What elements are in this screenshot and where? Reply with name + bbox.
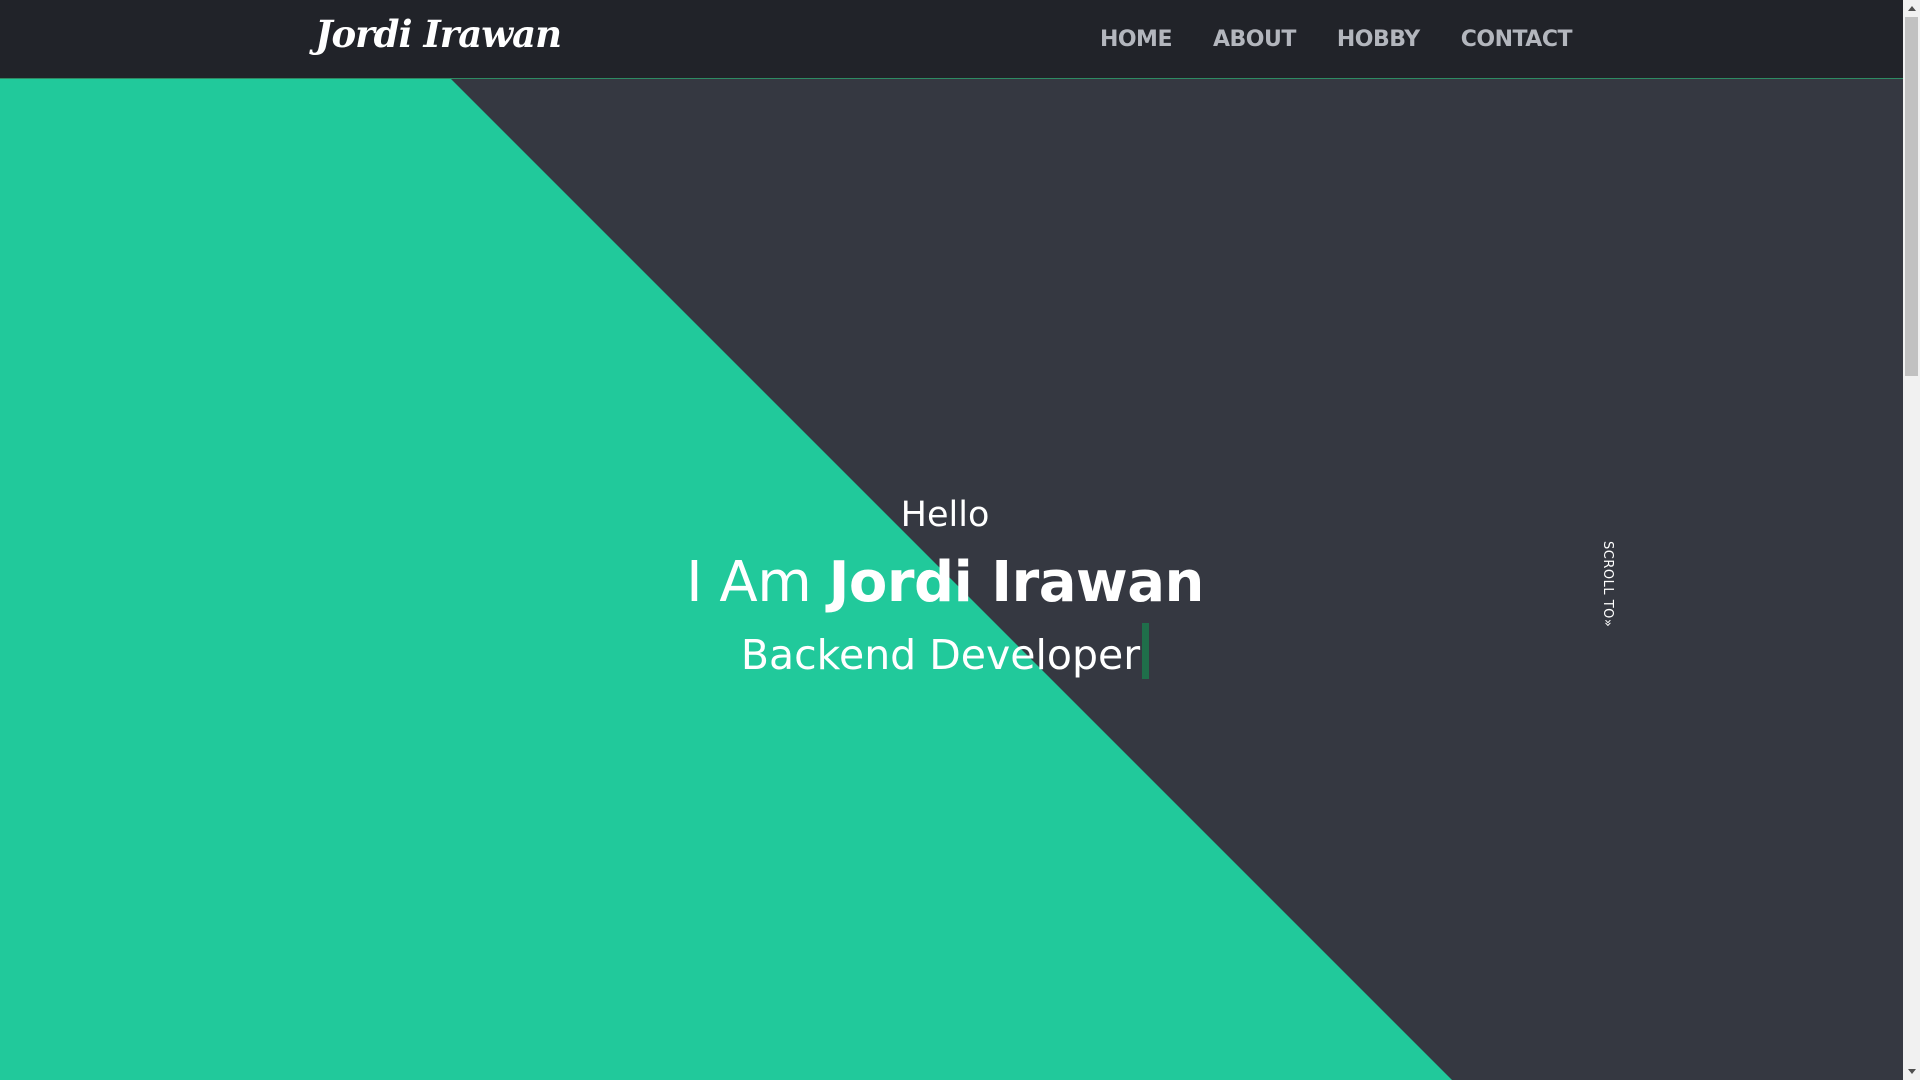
typing-caret: [1142, 623, 1150, 679]
hero-greeting: Hello: [900, 495, 990, 535]
nav-hobby[interactable]: HOBBY: [1337, 27, 1420, 52]
hero-intro-name: Jordi Irawan: [828, 550, 1205, 615]
scroll-up-arrow-icon[interactable]: [1903, 0, 1920, 17]
brand-logo[interactable]: Jordi Irawan: [315, 12, 562, 56]
nav-contact[interactable]: CONTACT: [1461, 27, 1573, 52]
page-scrollbar[interactable]: [1903, 0, 1920, 1080]
hero-role: Backend Developer: [0, 623, 1890, 679]
hero-role-text: Backend Developer: [740, 631, 1141, 679]
nav-home[interactable]: HOME: [1100, 27, 1173, 52]
nav-about[interactable]: ABOUT: [1213, 27, 1296, 52]
main-nav: HOME ABOUT HOBBY CONTACT: [1100, 0, 1573, 79]
scrollbar-thumb[interactable]: [1905, 17, 1918, 376]
page-viewport: Jordi Irawan HOME ABOUT HOBBY CONTACT He…: [0, 0, 1903, 1080]
hero-intro-prefix: I Am: [686, 550, 829, 615]
navbar: Jordi Irawan HOME ABOUT HOBBY CONTACT: [0, 0, 1903, 79]
scroll-down-arrow-icon[interactable]: [1903, 1063, 1920, 1080]
scroll-to-link[interactable]: SCROLL TO»: [1600, 541, 1615, 627]
